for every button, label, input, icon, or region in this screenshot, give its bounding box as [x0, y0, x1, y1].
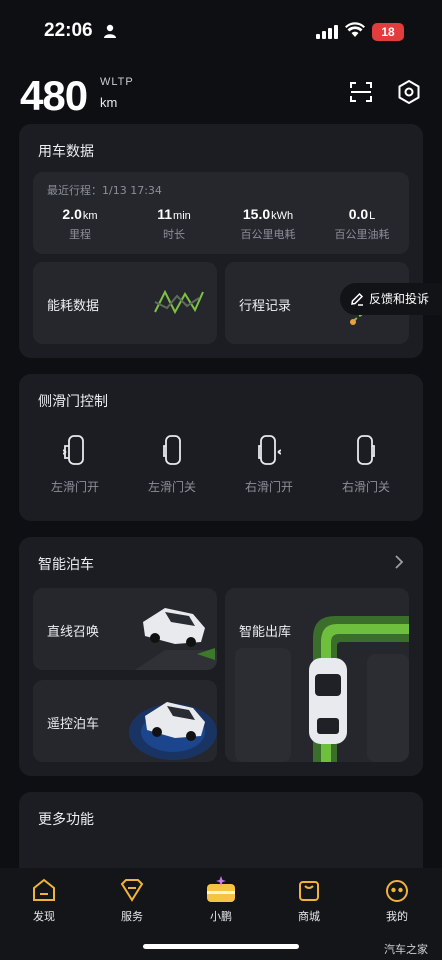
home-indicator[interactable] — [143, 944, 299, 949]
right-door-open-icon — [258, 435, 281, 465]
smart-parking-card: 智能泊车 直线召唤 遥控泊车 智能出库 — [19, 537, 423, 776]
recent-trip-time: 最近行程：1/13 17:34 — [47, 184, 162, 197]
left-door-open-button[interactable]: 左滑门开 — [27, 434, 123, 495]
range-value: 480 — [20, 72, 88, 119]
energy-data-label: 能耗数据 — [47, 299, 100, 314]
vehicle-data-title: 用车数据 — [38, 144, 94, 160]
discover-icon — [33, 878, 55, 901]
more-functions-title: 更多功能 — [38, 812, 94, 828]
range-standard: WLTP — [100, 76, 134, 88]
mall-icon — [299, 881, 319, 901]
energy-data-tile[interactable]: 能耗数据 — [33, 262, 217, 344]
car-remote-illustration — [129, 702, 217, 760]
smart-parking-title: 智能泊车 — [38, 557, 94, 573]
range-unit: km — [100, 95, 118, 110]
parking-exit-illustration — [235, 616, 409, 762]
watermark: 汽车之家 — [384, 943, 428, 956]
left-door-close-icon — [163, 435, 181, 465]
stat-duration: 11min 时长 — [157, 206, 191, 241]
nav-discover[interactable]: 发现 — [14, 876, 74, 924]
stat-energy-consumption: 15.0kWh 百公里电耗 — [240, 206, 296, 241]
nav-service[interactable]: 服务 — [102, 876, 162, 924]
status-bar: 22:06 18 — [0, 0, 442, 62]
nav-xiaopeng[interactable]: 小鹏 — [191, 876, 251, 924]
feedback-button[interactable]: 反馈和投诉 — [340, 283, 442, 315]
left-door-open-icon — [63, 435, 84, 465]
stat-distance: 2.0km 里程 — [62, 206, 98, 241]
vehicle-data-card: 用车数据 最近行程：1/13 17:34 2.0km 里程 11min 时长 1… — [19, 124, 423, 358]
right-door-close-button[interactable]: 右滑门关 — [318, 434, 414, 495]
remote-parking-label: 遥控泊车 — [47, 717, 100, 732]
right-door-open-button[interactable]: 右滑门开 — [221, 434, 317, 495]
smart-exit-tile[interactable]: 智能出库 — [225, 588, 409, 762]
xiaopeng-icon — [207, 876, 235, 902]
person-icon — [104, 24, 116, 38]
nav-mall[interactable]: 商城 — [279, 876, 339, 924]
nav-mine[interactable]: 我的 — [367, 876, 427, 924]
battery-indicator: 18 — [372, 23, 404, 41]
service-icon — [120, 879, 144, 902]
right-door-close-icon — [357, 435, 375, 465]
energy-chart-icon — [154, 289, 204, 315]
car-summon-illustration — [135, 608, 217, 670]
status-time: 22:06 — [44, 20, 93, 41]
wifi-icon — [345, 22, 365, 37]
profile-icon — [386, 880, 408, 902]
trip-record-label: 行程记录 — [239, 299, 292, 314]
cellular-signal-icon — [316, 25, 338, 39]
stat-fuel-consumption: 0.0L 百公里油耗 — [334, 206, 390, 241]
feedback-label: 反馈和投诉 — [369, 292, 430, 306]
recent-trip-summary[interactable]: 最近行程：1/13 17:34 2.0km 里程 11min 时长 15.0kW… — [33, 172, 409, 254]
scan-icon[interactable] — [348, 79, 374, 105]
sliding-door-title: 侧滑门控制 — [38, 394, 108, 410]
edit-icon — [351, 292, 364, 306]
straight-summon-label: 直线召唤 — [47, 625, 100, 640]
sliding-door-card: 侧滑门控制 左滑门开 左滑门关 右滑门开 右滑门关 — [19, 374, 423, 521]
chevron-right-icon[interactable] — [393, 555, 405, 569]
straight-summon-tile[interactable]: 直线召唤 — [33, 588, 217, 670]
range-display: 480 WLTP km — [20, 72, 133, 120]
remote-parking-tile[interactable]: 遥控泊车 — [33, 680, 217, 762]
settings-icon[interactable] — [396, 79, 422, 105]
left-door-close-button[interactable]: 左滑门关 — [124, 434, 220, 495]
